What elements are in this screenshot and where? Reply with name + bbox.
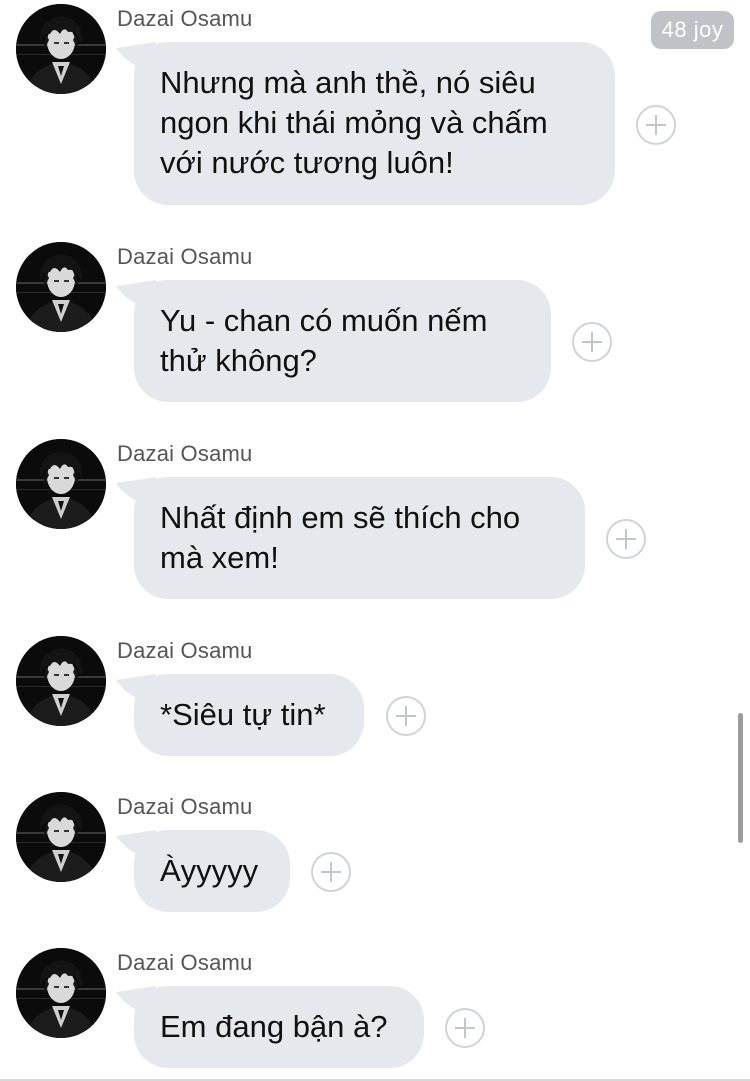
dazai-avatar-icon [16,792,106,882]
sender-name: Dazai Osamu [117,6,253,31]
sender-name: Dazai Osamu [117,950,253,975]
message-bubble[interactable]: Nhưng mà anh thề, nó siêu ngon khi thái … [134,42,615,205]
add-reaction-button[interactable] [572,322,612,362]
avatar[interactable] [16,792,106,882]
add-reaction-button[interactable] [311,852,351,892]
message-bubble[interactable]: Nhất định em sẽ thích cho mà xem! [134,477,585,599]
sender-name: Dazai Osamu [117,441,253,466]
add-reaction-button[interactable] [606,519,646,559]
add-reaction-button[interactable] [386,696,426,736]
chat-thread[interactable]: 48 joy Dazai Osamu Nhưng mà anh thề, nó … [0,0,750,1081]
dazai-avatar-icon [16,636,106,726]
message-bubble[interactable]: Àyyyyy [134,830,290,912]
sender-name: Dazai Osamu [117,244,253,269]
dazai-avatar-icon [16,4,106,94]
add-reaction-button[interactable] [445,1008,485,1048]
dazai-avatar-icon [16,948,106,1038]
avatar[interactable] [16,4,106,94]
sender-name: Dazai Osamu [117,638,253,663]
avatar[interactable] [16,948,106,1038]
unread-counter-badge: 48 joy [651,11,734,49]
avatar[interactable] [16,636,106,726]
message-bubble[interactable]: Em đang bận à? [134,986,424,1068]
avatar[interactable] [16,242,106,332]
dazai-avatar-icon [16,439,106,529]
dazai-avatar-icon [16,242,106,332]
scrollbar[interactable] [738,713,743,843]
add-reaction-button[interactable] [636,105,676,145]
sender-name: Dazai Osamu [117,794,253,819]
message-bubble[interactable]: *Siêu tự tin* [134,674,364,756]
message-bubble[interactable]: Yu - chan có muốn nếm thử không? [134,280,551,402]
avatar[interactable] [16,439,106,529]
